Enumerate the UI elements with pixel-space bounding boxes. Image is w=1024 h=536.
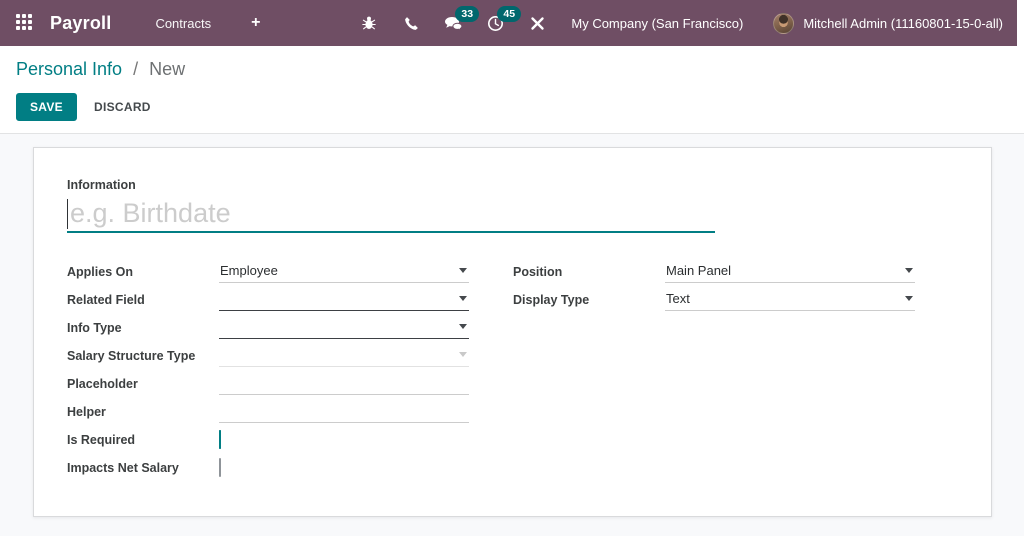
impacts-net-salary-label: Impacts Net Salary bbox=[67, 461, 179, 475]
salary-structure-type-select[interactable] bbox=[219, 345, 469, 367]
display-type-select[interactable]: Text bbox=[665, 289, 915, 311]
messages-count-badge: 33 bbox=[455, 6, 480, 22]
is-required-label: Is Required bbox=[67, 433, 136, 447]
company-switcher[interactable]: My Company (San Francisco) bbox=[571, 16, 743, 31]
information-input[interactable] bbox=[68, 196, 715, 231]
activities-count-badge: 45 bbox=[497, 6, 522, 22]
placeholder-input[interactable] bbox=[219, 373, 469, 395]
user-menu[interactable]: Mitchell Admin (11160801-15-0-all) bbox=[773, 12, 1003, 34]
close-icon[interactable] bbox=[527, 13, 547, 33]
apps-menu-icon[interactable] bbox=[16, 14, 34, 32]
navbar-icons: 33 45 bbox=[359, 6, 547, 33]
salary-structure-type-label: Salary Structure Type bbox=[67, 349, 196, 363]
related-field-select[interactable] bbox=[219, 289, 469, 311]
info-type-select[interactable] bbox=[219, 317, 469, 339]
phone-icon[interactable] bbox=[401, 13, 421, 33]
position-label: Position bbox=[513, 265, 563, 279]
add-menu-button[interactable]: + bbox=[251, 14, 260, 32]
user-name: Mitchell Admin (11160801-15-0-all) bbox=[803, 15, 1003, 31]
breadcrumb-personal-info[interactable]: Personal Info bbox=[16, 59, 122, 79]
top-navbar: Payroll Contracts + 33 45 My Company (Sa… bbox=[0, 0, 1017, 46]
breadcrumb-new: New bbox=[149, 59, 186, 79]
menu-contracts[interactable]: Contracts bbox=[155, 16, 211, 31]
bug-icon[interactable] bbox=[359, 13, 379, 33]
form-sheet: Information Applies On Employee Position… bbox=[33, 147, 992, 517]
applies-on-select[interactable]: Employee bbox=[219, 261, 469, 283]
helper-input[interactable] bbox=[219, 401, 469, 423]
user-avatar bbox=[773, 12, 795, 34]
display-type-label: Display Type bbox=[513, 293, 590, 307]
related-field-label: Related Field bbox=[67, 293, 145, 307]
activities-icon[interactable]: 45 bbox=[485, 6, 522, 33]
breadcrumb: Personal Info / New bbox=[16, 59, 1008, 80]
chevron-down-icon bbox=[459, 324, 467, 329]
position-select[interactable]: Main Panel bbox=[665, 261, 915, 283]
impacts-net-salary-checkbox[interactable] bbox=[219, 458, 221, 477]
applies-on-label: Applies On bbox=[67, 265, 133, 279]
messages-icon[interactable]: 33 bbox=[443, 6, 480, 33]
fields-grid: Applies On Employee Position Main Panel … bbox=[67, 258, 991, 482]
chevron-down-icon bbox=[459, 296, 467, 301]
discard-button[interactable]: DISCARD bbox=[94, 100, 151, 114]
app-title[interactable]: Payroll bbox=[50, 13, 111, 34]
is-required-checkbox[interactable] bbox=[219, 430, 221, 449]
information-label: Information bbox=[67, 178, 136, 192]
breadcrumb-separator: / bbox=[133, 59, 139, 79]
scrollbar-gutter bbox=[1017, 0, 1024, 46]
chevron-down-icon bbox=[459, 268, 467, 273]
information-input-wrap bbox=[67, 196, 715, 233]
control-panel: Personal Info / New SAVE DISCARD bbox=[0, 46, 1024, 134]
info-type-label: Info Type bbox=[67, 321, 122, 335]
chevron-down-icon bbox=[459, 352, 467, 357]
chevron-down-icon bbox=[905, 296, 913, 301]
control-panel-buttons: SAVE DISCARD bbox=[16, 93, 1008, 121]
save-button[interactable]: SAVE bbox=[16, 93, 77, 121]
helper-label: Helper bbox=[67, 405, 106, 419]
content-area: Information Applies On Employee Position… bbox=[0, 134, 1024, 536]
chevron-down-icon bbox=[905, 268, 913, 273]
placeholder-label: Placeholder bbox=[67, 377, 138, 391]
